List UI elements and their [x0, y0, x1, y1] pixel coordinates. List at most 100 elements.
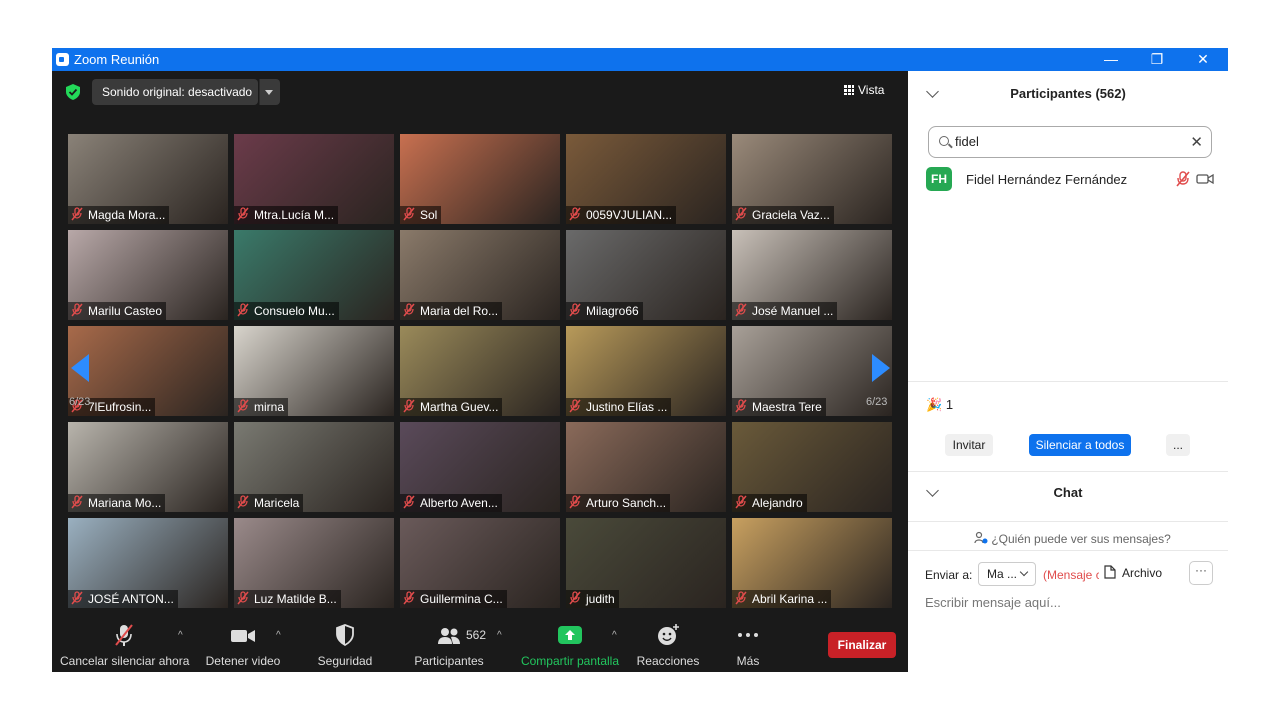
participant-name-tag: Magda Mora... [68, 206, 170, 224]
participant-video-tile[interactable]: mirna [234, 326, 394, 416]
participants-title: Participantes (562) [1010, 86, 1126, 101]
participant-video-tile[interactable]: Guillermina C... [400, 518, 560, 608]
reactions-label: Reacciones [636, 654, 700, 668]
close-button[interactable]: ✕ [1180, 48, 1226, 71]
participants-options-caret-icon[interactable]: ^ [497, 630, 502, 641]
restore-button[interactable]: ❐ [1134, 48, 1180, 71]
participant-video-tile[interactable]: Mtra.Lucía M... [234, 134, 394, 224]
clear-search-icon[interactable]: ✕ [1190, 133, 1203, 151]
muted-mic-icon [71, 495, 83, 509]
participant-video-tile[interactable]: Marilu Casteo [68, 230, 228, 320]
video-options-caret-icon[interactable]: ^ [276, 630, 281, 641]
participant-name-tag: Milagro66 [566, 302, 643, 320]
participant-name-tag: Sol [400, 206, 442, 224]
participant-name-tag: mirna [234, 398, 289, 416]
more-label: Más [736, 654, 760, 668]
participant-video-tile[interactable]: Mariana Mo... [68, 422, 228, 512]
participant-name: Maria del Ro... [420, 304, 499, 318]
view-label: Vista [858, 83, 885, 97]
send-to-label: Enviar a: [925, 568, 973, 582]
participant-video-tile[interactable]: Sol [400, 134, 560, 224]
participant-name: Maestra Tere [752, 400, 822, 414]
recipient-dropdown[interactable]: Ma ... [978, 562, 1036, 586]
participant-video-tile[interactable]: JOSÉ ANTON... [68, 518, 228, 608]
participant-video-tile[interactable]: Maricela [234, 422, 394, 512]
participant-video-tile[interactable]: José Manuel ... [732, 230, 892, 320]
side-panel: Participantes (562) ✕ FH Fidel Hernández… [908, 71, 1228, 672]
chat-more-button[interactable]: ··· [1189, 561, 1213, 585]
participant-video-tile[interactable]: Justino Elías ... [566, 326, 726, 416]
share-screen-button[interactable]: Compartir pantalla [518, 622, 622, 668]
participant-name: Alberto Aven... [420, 496, 498, 510]
participant-video-tile[interactable]: Martha Guev... [400, 326, 560, 416]
video-camera-icon[interactable] [1196, 171, 1214, 187]
next-page-arrow-icon[interactable] [872, 354, 890, 382]
muted-mic-icon [735, 207, 747, 221]
participants-button[interactable]: 562 Participantes [408, 622, 490, 668]
chat-message-input[interactable]: Escribir mensaje aquí... [925, 595, 1061, 610]
divider [908, 521, 1228, 522]
file-button[interactable]: Archivo [1104, 565, 1162, 580]
muted-mic-icon [569, 591, 581, 605]
participant-name: judith [586, 592, 615, 606]
participant-name: Luz Matilde B... [254, 592, 337, 606]
participant-video-tile[interactable]: Maria del Ro... [400, 230, 560, 320]
share-options-caret-icon[interactable]: ^ [612, 630, 617, 641]
file-label: Archivo [1122, 566, 1163, 580]
participant-video-tile[interactable]: Graciela Vaz... [732, 134, 892, 224]
participant-video-tile[interactable]: Milagro66 [566, 230, 726, 320]
security-button[interactable]: Seguridad [310, 622, 380, 668]
participant-search[interactable]: ✕ [928, 126, 1212, 158]
participant-name-tag: Maria del Ro... [400, 302, 503, 320]
participant-name-tag: Alejandro [732, 494, 807, 512]
participant-video-tile[interactable]: 0059VJULIAN... [566, 134, 726, 224]
minimize-button[interactable]: — [1088, 48, 1134, 71]
muted-mic-icon [237, 303, 249, 317]
view-button[interactable]: Vista [844, 83, 884, 97]
participant-video-tile[interactable]: 7lEufrosin... [68, 326, 228, 416]
encryption-shield-icon[interactable] [66, 84, 80, 100]
muted-mic-icon [71, 207, 83, 221]
participant-video-tile[interactable]: Magda Mora... [68, 134, 228, 224]
participant-name-tag: Justino Elías ... [566, 398, 672, 416]
participant-name: Sol [420, 208, 438, 222]
participant-row[interactable]: FH Fidel Hernández Fernández [926, 167, 1216, 193]
participant-name-tag: Arturo Sanch... [566, 494, 671, 512]
participant-name: 7lEufrosin... [88, 400, 152, 414]
participant-name: Magda Mora... [88, 208, 166, 222]
participant-video-tile[interactable]: judith [566, 518, 726, 608]
stop-video-button[interactable]: Detener video [202, 622, 284, 668]
muted-mic-icon [237, 207, 249, 221]
participant-video-tile[interactable]: Luz Matilde B... [234, 518, 394, 608]
participant-video-tile[interactable]: Arturo Sanch... [566, 422, 726, 512]
muted-mic-icon[interactable] [1174, 170, 1192, 188]
who-can-see-messages[interactable]: ¿Quién puede ver sus mensajes? [974, 531, 1171, 546]
grid-view-icon [844, 85, 854, 95]
person-info-icon [974, 531, 988, 544]
muted-mic-icon [237, 591, 249, 605]
participants-label: Participantes [414, 654, 484, 668]
participant-name-tag: 0059VJULIAN... [566, 206, 677, 224]
unmute-button[interactable]: Cancelar silenciar ahora [60, 622, 189, 668]
participant-name-tag: Mtra.Lucía M... [234, 206, 339, 224]
participant-search-input[interactable] [955, 132, 1175, 150]
invite-button[interactable]: Invitar [945, 434, 993, 456]
participants-count: 562 [466, 628, 487, 642]
reaction-summary: 🎉 1 [926, 397, 953, 413]
participant-video-tile[interactable]: Alejandro [732, 422, 892, 512]
audio-options-caret-icon[interactable]: ^ [178, 630, 183, 641]
previous-page-arrow-icon[interactable] [71, 354, 89, 382]
reactions-button[interactable]: Reacciones [634, 622, 702, 668]
video-camera-icon [231, 630, 255, 642]
participant-video-tile[interactable]: Consuelo Mu... [234, 230, 394, 320]
participants-more-button[interactable]: ... [1166, 434, 1190, 456]
mute-all-button[interactable]: Silenciar a todos [1029, 434, 1131, 456]
muted-mic-icon [569, 207, 581, 221]
participant-name-tag: Maestra Tere [732, 398, 826, 416]
participant-video-tile[interactable]: Alberto Aven... [400, 422, 560, 512]
original-sound-dropdown[interactable]: Sonido original: desactivado [92, 79, 280, 105]
end-meeting-button[interactable]: Finalizar [828, 632, 896, 658]
participant-video-tile[interactable]: Abril Karina ... [732, 518, 892, 608]
more-button[interactable]: Más [730, 622, 766, 668]
participant-name-tag: Maricela [234, 494, 304, 512]
